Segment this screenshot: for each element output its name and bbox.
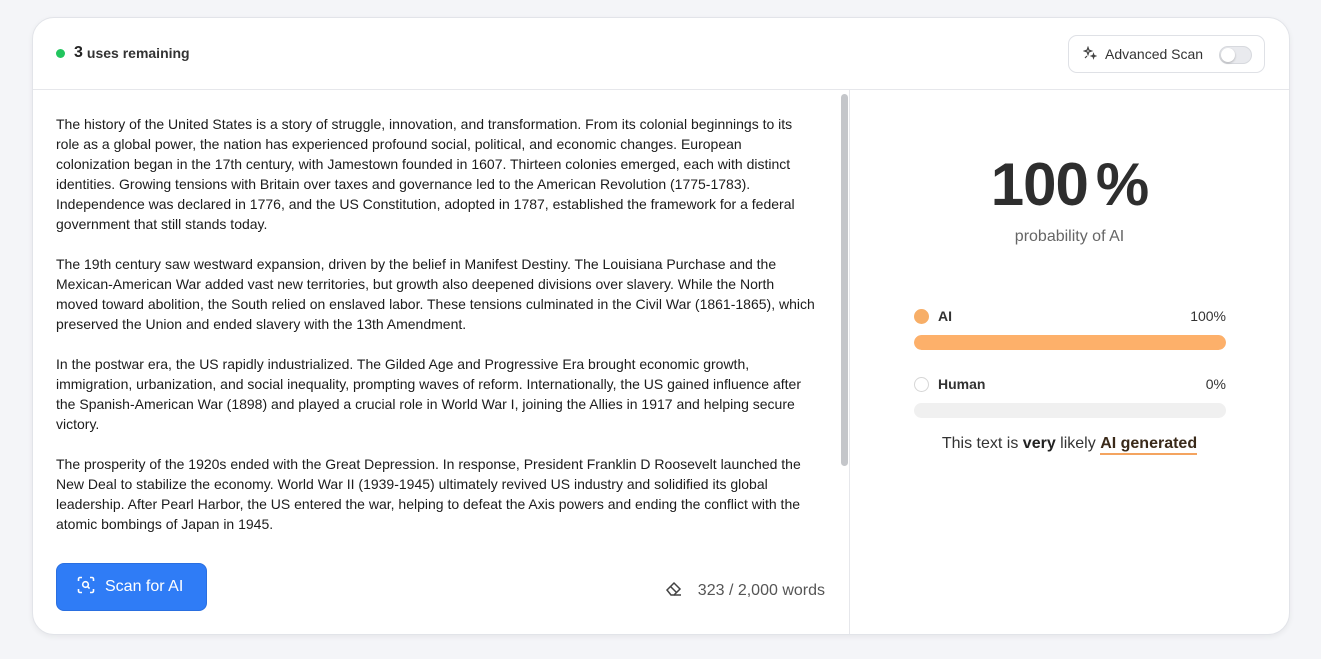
ai-row: AI 100% (914, 308, 1226, 324)
scan-for-ai-button[interactable]: Scan for AI (56, 563, 207, 611)
ai-score: 100% (850, 150, 1289, 219)
scrollbar[interactable] (841, 94, 848, 466)
ai-score-value: 100 (990, 151, 1089, 218)
input-text-area[interactable]: The history of the United States is a st… (56, 114, 816, 554)
advanced-scan-label: Advanced Scan (1105, 46, 1204, 62)
human-legend-dot (914, 376, 929, 392)
verdict-strength: very (1022, 435, 1056, 452)
uses-remaining: 3 uses remaining (56, 44, 190, 62)
human-row-value: 0% (1205, 376, 1226, 392)
verdict-middle: likely (1060, 435, 1096, 452)
eraser-icon[interactable] (664, 578, 698, 603)
editor-panel: The history of the United States is a st… (33, 90, 850, 634)
ai-row-label: AI (938, 308, 952, 324)
human-progress-bar (914, 403, 1226, 418)
ai-progress-bar (914, 335, 1226, 350)
advanced-scan-control[interactable]: Advanced Scan (1068, 35, 1265, 73)
scan-icon (77, 576, 105, 599)
text-paragraph: The history of the United States is a st… (56, 116, 795, 232)
ai-legend-dot (914, 308, 929, 324)
ai-score-label: probability of AI (1014, 228, 1125, 245)
verdict-text: This text is very likely AI generated (850, 435, 1289, 455)
uses-count: 3 (74, 44, 83, 61)
uses-label: uses remaining (86, 45, 190, 61)
human-row: Human 0% (914, 376, 1226, 392)
text-paragraph: The prosperity of the 1920s ended with t… (56, 456, 801, 532)
text-paragraph: In the postwar era, the US rapidly indus… (56, 356, 801, 432)
toggle-knob (1221, 48, 1235, 62)
ai-row-value: 100% (1190, 308, 1226, 324)
word-count-text: 323 / 2,000 words (697, 581, 825, 599)
ai-progress-fill (914, 335, 1226, 350)
result-panel: 100% probability of AI AI 100% Human 0% … (850, 90, 1289, 634)
advanced-scan-toggle[interactable] (1219, 46, 1252, 64)
word-count: 323 / 2,000 words (664, 578, 825, 603)
text-paragraph: The 19th century saw westward expansion,… (56, 256, 815, 332)
card-header: 3 uses remaining Advanced Scan (33, 18, 1289, 90)
detector-card: 3 uses remaining Advanced Scan The histo… (32, 17, 1290, 635)
scan-button-label: Scan for AI (105, 578, 184, 595)
verdict-prefix: This text is (941, 435, 1019, 452)
sparkle-icon (1082, 45, 1105, 63)
human-row-label: Human (938, 376, 986, 392)
verdict-label-link[interactable]: AI generated (1100, 435, 1198, 455)
ai-score-unit: % (1095, 151, 1149, 218)
status-dot-icon (56, 48, 65, 58)
